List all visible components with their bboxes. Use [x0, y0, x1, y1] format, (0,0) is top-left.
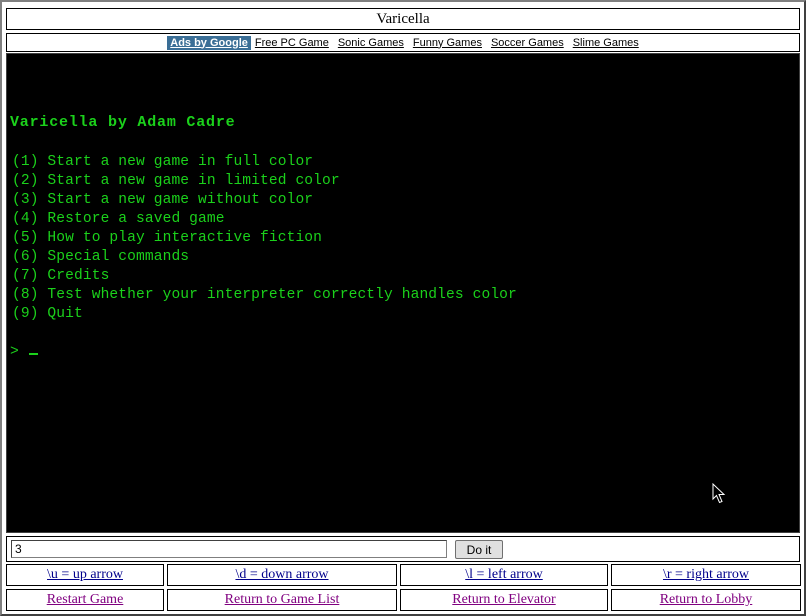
page-frame: Varicella Ads by Google Free PC Game Son…: [0, 0, 806, 616]
left-arrow-link[interactable]: \l = left arrow: [465, 567, 542, 583]
menu-option: (2) Start a new game in limited color: [12, 173, 340, 189]
restart-game-link[interactable]: Restart Game: [47, 592, 124, 608]
nav-cell: Return to Game List: [167, 589, 397, 611]
nav-cell: Return to Elevator: [400, 589, 608, 611]
menu-option: (6) Special commands: [12, 249, 190, 265]
nav-cell: \l = left arrow: [400, 564, 608, 586]
ad-link[interactable]: Slime Games: [573, 36, 639, 50]
menu-option: (7) Credits: [12, 268, 110, 284]
ad-link[interactable]: Soccer Games: [491, 36, 564, 50]
menu-option: (9) Quit: [12, 306, 83, 322]
text-cursor: [28, 353, 38, 355]
do-it-button[interactable]: Do it: [455, 540, 503, 559]
nav-cell: \d = down arrow: [167, 564, 397, 586]
down-arrow-link[interactable]: \d = down arrow: [235, 567, 328, 583]
nav-cell: Return to Lobby: [611, 589, 801, 611]
game-heading: Varicella by Adam Cadre: [10, 114, 236, 131]
menu-option: (4) Restore a saved game: [12, 211, 225, 227]
nav-cell: Restart Game: [6, 589, 164, 611]
return-to-lobby-link[interactable]: Return to Lobby: [660, 592, 753, 608]
menu-option: (5) How to play interactive fiction: [12, 230, 323, 246]
return-to-elevator-link[interactable]: Return to Elevator: [452, 592, 555, 608]
mouse-pointer-icon: [712, 483, 726, 504]
up-arrow-link[interactable]: \u = up arrow: [47, 567, 123, 583]
prompt-symbol: >: [10, 344, 19, 360]
page-title: Varicella: [6, 8, 800, 30]
command-input[interactable]: [11, 540, 447, 558]
ad-link[interactable]: Free PC Game: [255, 36, 329, 50]
ad-link[interactable]: Funny Games: [413, 36, 482, 50]
game-terminal[interactable]: Varicella by Adam Cadre (1) Start a new …: [6, 53, 800, 533]
menu-option: (1) Start a new game in full color: [12, 154, 314, 170]
navigation-grid: \u = up arrow \d = down arrow \l = left …: [6, 564, 801, 612]
menu-option: (8) Test whether your interpreter correc…: [12, 287, 517, 303]
return-to-game-list-link[interactable]: Return to Game List: [225, 592, 340, 608]
command-prompt: >: [10, 344, 38, 360]
game-menu: (1) Start a new game in full color (2) S…: [12, 153, 517, 324]
ads-by-google-link[interactable]: Ads by Google: [167, 35, 251, 50]
command-row: Do it: [6, 536, 800, 562]
nav-cell: \u = up arrow: [6, 564, 164, 586]
ad-link[interactable]: Sonic Games: [338, 36, 404, 50]
ad-links: Free PC Game Sonic Games Funny Games Soc…: [255, 36, 639, 50]
right-arrow-link[interactable]: \r = right arrow: [663, 567, 749, 583]
nav-cell: \r = right arrow: [611, 564, 801, 586]
menu-option: (3) Start a new game without color: [12, 192, 314, 208]
ad-bar: Ads by Google Free PC Game Sonic Games F…: [6, 33, 800, 52]
